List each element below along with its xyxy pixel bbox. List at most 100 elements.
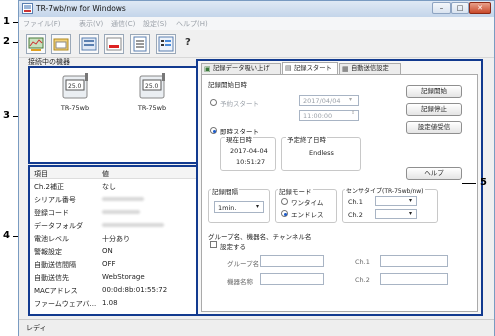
toolbar-settings-button[interactable] (130, 34, 150, 54)
ch2-name-field[interactable] (380, 273, 448, 285)
prop-value: 1.08 (102, 299, 118, 307)
toolbar-device-button[interactable] (79, 34, 99, 54)
properties-header: 項目 値 (30, 167, 211, 179)
prop-value: WebStorage (102, 273, 145, 281)
toolbar-folder-button[interactable] (51, 34, 71, 54)
chevron-down-icon[interactable]: ▾ (409, 197, 412, 204)
ch1-name-field[interactable] (380, 255, 448, 267)
prop-item: データフォルダ (34, 222, 83, 230)
menu-comm[interactable]: 通信(C) (111, 19, 135, 29)
menu-settings[interactable]: 設定(S) (143, 19, 167, 29)
group-name-field[interactable] (260, 255, 324, 267)
group-names-label: グループ名、機器名、チャンネル名 (208, 233, 312, 241)
chevron-down-icon[interactable]: ▾ (409, 210, 412, 217)
toolbar-list-button[interactable] (156, 34, 176, 54)
minimize-button[interactable]: – (432, 2, 451, 14)
prop-item: 自動送信先 (34, 274, 69, 282)
device-item[interactable]: 25.0 TR-75wb (132, 72, 172, 112)
sensor-group: センサタイプ(TR-75wb/nw) Ch.1 ▾ Ch.2 ▾ (342, 186, 438, 223)
prop-item: ファームウェアバ... (34, 300, 97, 308)
properties-panel: 項目 値 Ch.2補正 なし シリアル番号 登録コード データフォルダ 電池レベ… (28, 165, 213, 316)
status-text: レディ (26, 324, 47, 332)
tab-download[interactable]: ▣ 記録データ吸い上げ (201, 63, 281, 74)
logger-device-icon: 25.0 (139, 73, 165, 99)
time-spinner-icon[interactable]: ⇕ (351, 110, 355, 116)
prop-value: OFF (102, 260, 116, 268)
oneshot-radio[interactable] (281, 198, 288, 205)
prop-item: Ch.2補正 (34, 183, 65, 191)
tab-auto-send[interactable]: ▦ 自動送信設定 (339, 63, 401, 74)
interval-select[interactable]: 1min. ▾ (214, 201, 264, 213)
tab-panel: ▣ 記録データ吸い上げ ▤ 記録スタート ▦ 自動送信設定 記録開始日時 予約ス… (196, 59, 483, 316)
close-icon: ✕ (477, 4, 483, 12)
now-label: 現在日時 (225, 134, 253, 144)
menu-help[interactable]: ヘルプ(H) (176, 19, 208, 29)
set-names-checkbox[interactable] (210, 241, 217, 248)
prop-item: 自動送信間隔 (34, 261, 76, 269)
ch2-label: Ch.2 (348, 211, 363, 219)
device-name-label: 機器名称 (227, 278, 253, 286)
toolbar: ? (19, 31, 494, 58)
reserve-time-field[interactable]: 11:00:00 ⇕ (299, 110, 359, 121)
maximize-icon: □ (456, 4, 464, 12)
reserve-label: 予約スタート (220, 100, 259, 108)
toolbar-record-button[interactable] (104, 34, 124, 54)
record-icon (106, 37, 122, 51)
maximize-button[interactable]: □ (451, 2, 469, 14)
device-item[interactable]: 25.0 TR-75wb (55, 72, 95, 112)
reserve-date-value: 2017/04/04 (303, 97, 341, 105)
prop-row: Ch.2補正 (34, 182, 64, 192)
instant-radio[interactable] (210, 127, 217, 134)
tab-label: 自動送信設定 (351, 65, 389, 72)
chevron-down-icon[interactable]: ▾ (256, 203, 259, 210)
callout-2: 2 (3, 36, 10, 47)
minimize-icon: – (439, 4, 444, 12)
folder-icon (53, 38, 69, 51)
receive-settings-button[interactable]: 設定値受信 (406, 121, 462, 134)
toolbar-download-button[interactable] (26, 34, 46, 54)
svg-text:25.0: 25.0 (68, 83, 82, 90)
oneshot-label: ワンタイム (291, 199, 324, 207)
tab-label: 記録スタート (294, 65, 332, 72)
reserve-radio[interactable] (210, 99, 217, 106)
ch1-sensor-select[interactable]: ▾ (375, 196, 417, 206)
interval-value: 1min. (218, 204, 237, 212)
app-window: TR-7wb/nw for Windows – □ ✕ ファイル(F) 表示(V… (18, 0, 495, 336)
menu-bar: ファイル(F) 表示(V) 通信(C) 設定(S) ヘルプ(H) (19, 17, 494, 30)
ch1-label: Ch.1 (348, 198, 363, 206)
now-group: 現在日時 2017-04-04 10:51:27 (220, 134, 276, 171)
devices-panel: 25.0 TR-75wb 25.0 TR-75wb (28, 66, 213, 164)
list-icon (158, 36, 174, 52)
device-name-field[interactable] (260, 273, 324, 285)
auto-send-tab-icon: ▦ (342, 65, 349, 73)
record-start-button[interactable]: 記録開始 (406, 85, 462, 98)
end-group: 予定終了日時 Endless (281, 134, 361, 171)
menu-file[interactable]: ファイル(F) (23, 19, 61, 29)
device-label: TR-75wb (60, 104, 90, 112)
menu-view[interactable]: 表示(V) (79, 19, 103, 29)
help-button[interactable]: ヘルプ (406, 167, 462, 180)
title-bar[interactable]: TR-7wb/nw for Windows – □ ✕ (19, 1, 494, 17)
close-button[interactable]: ✕ (469, 2, 491, 14)
record-stop-button[interactable]: 記録停止 (406, 103, 462, 116)
calendar-dropdown-icon[interactable]: ▾ (349, 96, 352, 103)
sensor-label: センサタイプ(TR-75wb/nw) (345, 186, 425, 195)
end-label: 予定終了日時 (286, 134, 327, 144)
callout-line-5 (462, 183, 476, 184)
help-question-icon: ? (185, 37, 191, 48)
ch2-sensor-select[interactable]: ▾ (375, 209, 417, 219)
callout-1: 1 (3, 16, 10, 27)
prop-item: MACアドレス (34, 287, 78, 295)
svg-text:25.0: 25.0 (145, 83, 159, 90)
toolbar-help-button[interactable]: ? (182, 34, 202, 54)
endless-radio[interactable] (281, 210, 288, 217)
prop-value-redacted (102, 197, 144, 201)
interval-label: 記録間隔 (211, 186, 239, 196)
callout-3: 3 (3, 110, 10, 121)
status-bar: レディ (19, 319, 494, 336)
col-value-header[interactable]: 値 (102, 169, 109, 179)
logger-device-icon: 25.0 (62, 73, 88, 99)
col-item-header[interactable]: 項目 (34, 169, 48, 179)
prop-value: 十分あり (102, 235, 130, 243)
reserve-date-field[interactable]: 2017/04/04 ▾ (299, 95, 359, 106)
